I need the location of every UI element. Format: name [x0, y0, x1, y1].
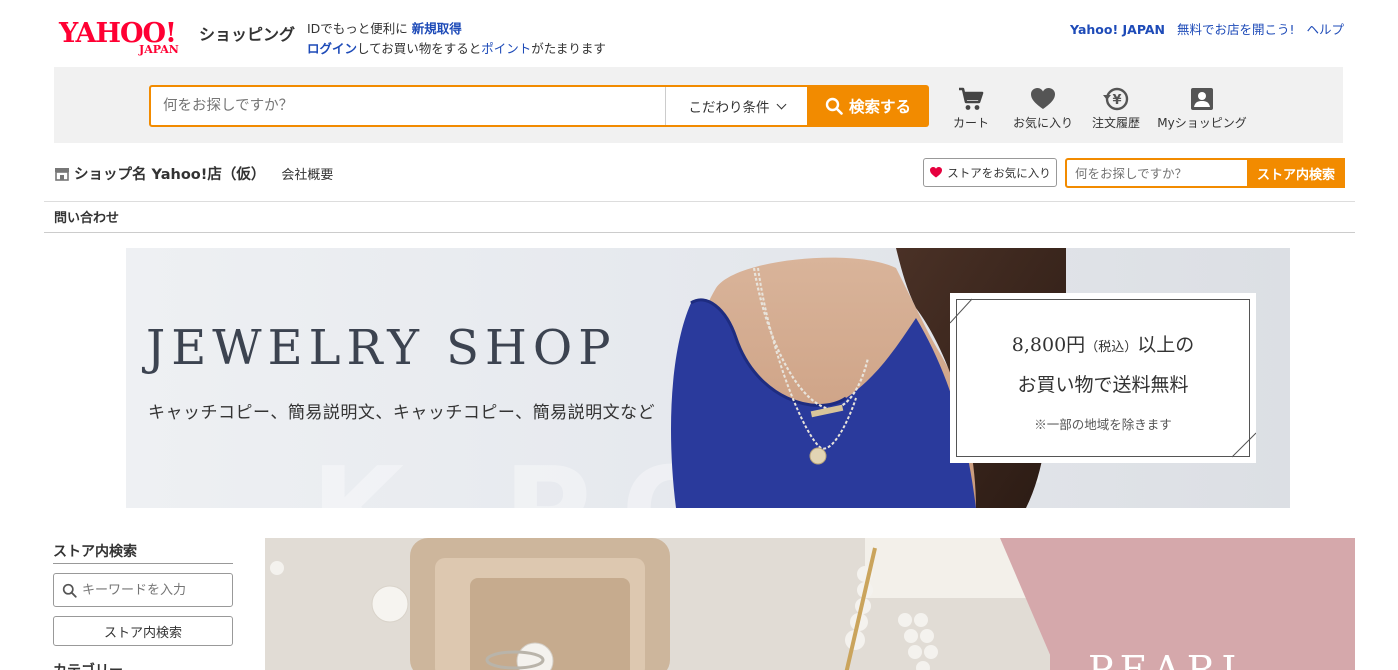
shop-name[interactable]: ショップ名 Yahoo!店（仮）	[74, 163, 265, 184]
favorites-button[interactable]: お気に入り	[1013, 86, 1073, 130]
my-shopping-button[interactable]: Myショッピング	[1156, 86, 1248, 130]
order-history-icon: ¥	[1103, 87, 1129, 111]
search-icon	[825, 97, 843, 115]
favorites-label: お気に入り	[1013, 116, 1074, 130]
shopping-label[interactable]: ショッピング	[199, 21, 295, 45]
hero-title: JEWELRY SHOP	[146, 320, 617, 376]
cart-label: カート	[952, 116, 989, 130]
pearl-photo	[265, 538, 1065, 670]
sidebar-divider	[53, 563, 233, 564]
sidebar-keyword-input[interactable]	[82, 574, 230, 606]
svg-text:¥: ¥	[1112, 93, 1121, 108]
my-shopping-icon	[1191, 88, 1213, 110]
search-button[interactable]: 検索する	[807, 85, 929, 127]
hero-copy: キャッチコピー、簡易説明文、キャッチコピー、簡易説明文など	[148, 403, 656, 423]
cart-button[interactable]: カート	[941, 86, 1001, 130]
store-search-input[interactable]	[1067, 160, 1247, 186]
search-input[interactable]	[151, 87, 665, 125]
inquiry-link[interactable]: 問い合わせ	[54, 207, 119, 226]
help-link[interactable]: ヘルプ	[1306, 22, 1344, 37]
store-search-button[interactable]: ストア内検索	[1247, 158, 1345, 188]
pearl-title: PEARL	[1088, 648, 1253, 670]
hero-banner[interactable]: K-POINT JEWELRY SHOP キャッチコピー、簡易説明文、キャッチコ…	[126, 248, 1290, 508]
open-store-link[interactable]: 無料でお店を開こう!	[1177, 22, 1295, 37]
divider	[44, 201, 1355, 202]
heart-icon	[1031, 88, 1055, 109]
promo-text-mid: してお買い物をすると	[357, 41, 482, 56]
sidebar-keyword-field	[53, 573, 233, 607]
search-icon	[62, 583, 77, 598]
sidebar-search-button[interactable]: ストア内検索	[53, 616, 233, 646]
main-search: こだわり条件 検索する	[149, 85, 929, 127]
cart-icon	[959, 87, 984, 110]
my-shopping-label: Myショッピング	[1157, 116, 1247, 130]
condition-dropdown[interactable]: こだわり条件	[665, 87, 807, 125]
favorite-store-button[interactable]: ストアをお気に入り	[923, 158, 1057, 187]
top-links: Yahoo! JAPAN 無料でお店を開こう! ヘルプ	[1062, 19, 1344, 38]
register-link[interactable]: 新規取得	[412, 21, 462, 36]
divider	[44, 232, 1355, 233]
promo-text-suffix: がたまります	[531, 41, 606, 56]
logo-sub: JAPAN	[139, 43, 179, 56]
free-shipping-box: 8,800円（税込）以上の お買い物で送料無料 ※一部の地域を除きます	[950, 293, 1256, 463]
order-history-button[interactable]: ¥ 注文履歴	[1086, 86, 1146, 130]
favorite-store-label: ストアをお気に入り	[947, 165, 1051, 180]
condition-label: こだわり条件	[688, 100, 770, 116]
heart-icon	[930, 167, 943, 178]
store-search: ストア内検索	[1065, 158, 1345, 188]
point-link[interactable]: ポイント	[481, 41, 531, 56]
sidebar-next-heading: カテゴリー	[53, 660, 123, 670]
corner-line-decoration	[950, 298, 1256, 458]
sidebar-search-title: ストア内検索	[53, 544, 137, 560]
login-promo: IDでもっと便利に 新規取得 ログインしてお買い物をするとポイントがたまります	[307, 19, 606, 59]
company-overview-link[interactable]: 会社概要	[281, 164, 333, 183]
search-button-label: 検索する	[848, 98, 911, 116]
shop-header: ショップ名 Yahoo!店（仮） 会社概要	[54, 163, 333, 184]
chevron-down-icon	[776, 99, 786, 109]
order-history-label: 注文履歴	[1091, 116, 1140, 130]
yahoo-japan-link[interactable]: Yahoo! JAPAN	[1070, 22, 1165, 37]
pearl-banner[interactable]: PEARL	[265, 538, 1355, 670]
login-link[interactable]: ログイン	[307, 41, 357, 56]
yahoo-logo[interactable]: YAHOO! JAPAN	[59, 20, 199, 58]
store-icon	[55, 167, 69, 181]
promo-text: IDでもっと便利に	[307, 21, 408, 36]
